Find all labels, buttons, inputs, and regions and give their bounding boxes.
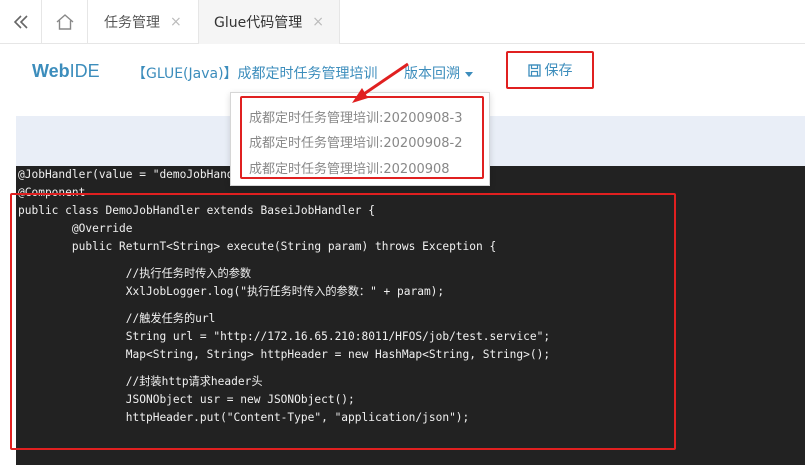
close-icon[interactable]: × <box>312 14 324 30</box>
version-menu-item[interactable]: 成都定时任务管理培训:20200908 <box>249 158 450 177</box>
code-line: public ReturnT<String> execute(String pa… <box>18 240 497 253</box>
double-chevron-left-icon <box>13 15 28 29</box>
tab-label: Glue代码管理 <box>214 15 303 31</box>
tab-label: 任务管理 <box>104 15 160 31</box>
brand-light: IDE <box>69 61 100 81</box>
code-editor[interactable]: @JobHandler(value = "demoJobHandler") @Co… <box>16 166 805 465</box>
code-line: JSONObject usr = new JSONObject(); <box>18 393 355 406</box>
version-history-dropdown[interactable]: 版本回溯 <box>404 63 473 83</box>
glue-task-title: 【GLUE(Java)】成都定时任务管理培训 <box>132 66 378 82</box>
code-line: public class DemoJobHandler extends Base… <box>18 204 375 217</box>
home-icon <box>56 14 73 30</box>
code-line: @Component <box>18 186 86 199</box>
webide-logo: WebIDE <box>32 61 100 82</box>
home-tab[interactable] <box>42 0 88 44</box>
caret-down-icon <box>465 71 473 77</box>
tab-glue-code-management[interactable]: Glue代码管理 × <box>198 0 340 44</box>
version-history-label: 版本回溯 <box>404 66 460 82</box>
code-line: //执行任务时传入的参数 <box>18 267 252 280</box>
code-line: XxlJobLogger.log("执行任务时传入的参数：" + param); <box>18 285 445 298</box>
tab-task-management[interactable]: 任务管理 × <box>104 0 198 44</box>
brand-bold: Web <box>32 61 70 81</box>
code-line: Map<String, String> httpHeader = new Has… <box>18 348 551 361</box>
code-content[interactable]: @JobHandler(value = "demoJobHandler") @Co… <box>18 166 550 427</box>
code-line: @Override <box>18 222 133 235</box>
code-line: //封装http请求header头 <box>18 375 263 388</box>
tab-bar: 任务管理 × Glue代码管理 × <box>0 0 805 44</box>
code-line: String url = "http://172.16.65.210:8011/… <box>18 330 551 343</box>
collapse-sidebar-button[interactable] <box>0 0 42 44</box>
save-button[interactable]: 保存 <box>506 51 594 89</box>
code-line: //触发任务的url <box>18 312 216 325</box>
save-label: 保存 <box>544 63 573 79</box>
version-menu-item[interactable]: 成都定时任务管理培训:20200908-2 <box>249 132 463 151</box>
save-icon <box>527 63 541 77</box>
version-dropdown-menu: 成都定时任务管理培训:20200908-3 成都定时任务管理培训:2020090… <box>230 92 490 186</box>
version-menu-item[interactable]: 成都定时任务管理培训:20200908-3 <box>249 107 463 126</box>
code-line: httpHeader.put("Content-Type", "applicat… <box>18 411 470 424</box>
close-icon[interactable]: × <box>170 14 182 30</box>
